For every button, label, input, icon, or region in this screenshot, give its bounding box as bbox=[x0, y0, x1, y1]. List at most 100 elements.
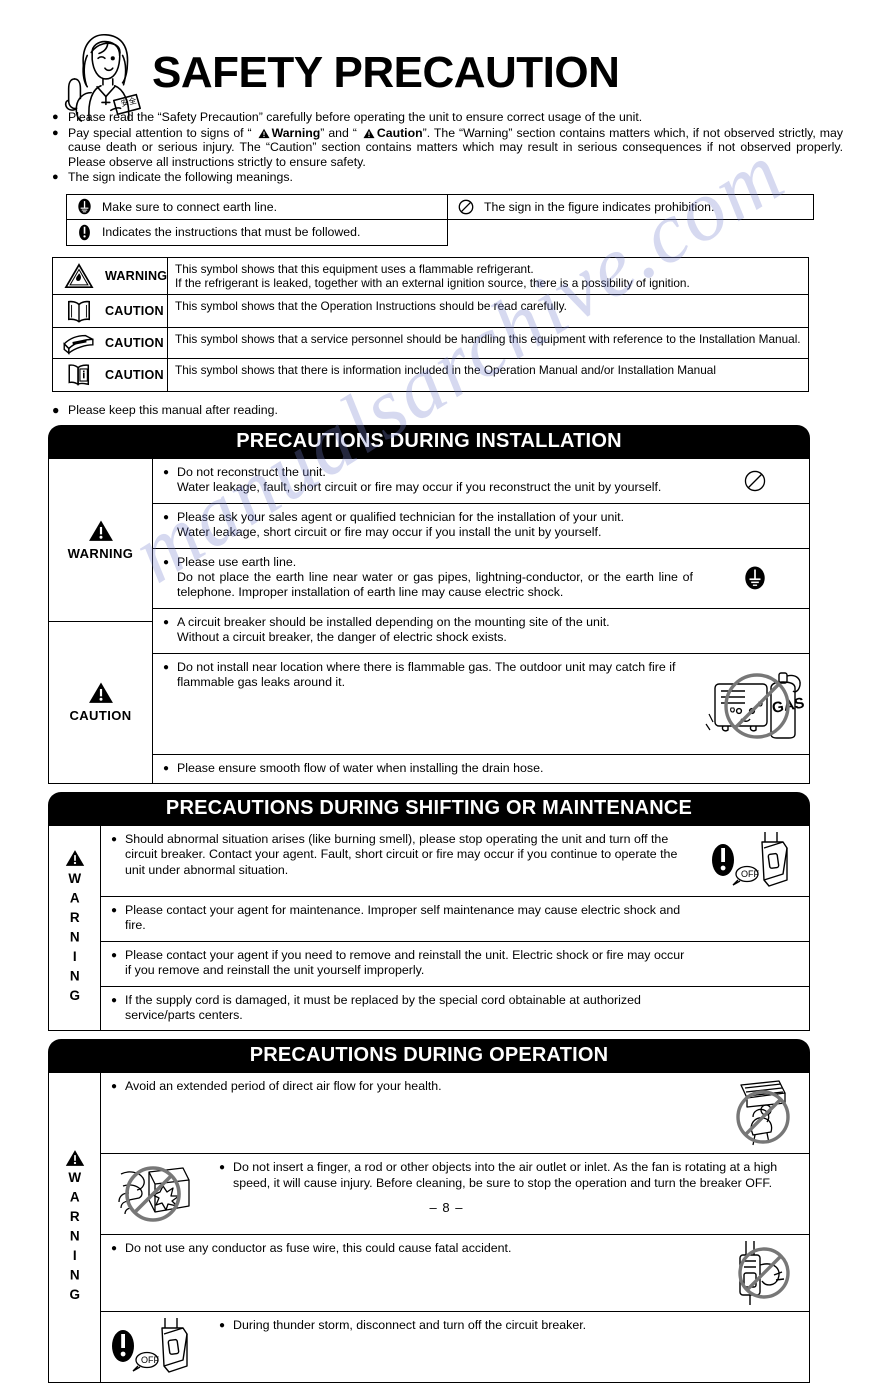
svg-text:OFF: OFF bbox=[741, 869, 759, 879]
severity-cell-warning: WARNING bbox=[49, 826, 100, 1030]
keep-manual-note: ● Please keep this manual after reading. bbox=[52, 403, 893, 417]
bullet-glyph bbox=[163, 525, 177, 540]
turn-off-breaker-icon: OFF bbox=[107, 1316, 203, 1378]
precaution-line-text: Do not insert a finger, a rod or other o… bbox=[233, 1160, 778, 1190]
bullet-glyph bbox=[163, 480, 177, 495]
section-banner: PRECAUTIONS DURING OPERATION bbox=[48, 1039, 810, 1074]
precaution-line: ● Do not reconstruct the unit. bbox=[163, 465, 693, 480]
severity-label: WARNING bbox=[67, 545, 134, 561]
section-body: WARNING ● Should abnormal situation arises… bbox=[48, 826, 810, 1032]
intro-emphasis: Warning bbox=[271, 125, 321, 140]
precaution-text: ● Do not use any conductor as fuse wire, … bbox=[101, 1235, 701, 1311]
symbol-description: This symbol shows that a service personn… bbox=[167, 327, 808, 358]
svg-text:OFF: OFF bbox=[141, 1355, 159, 1365]
precaution-text: ● Please contact your agent if you need t… bbox=[101, 942, 701, 986]
precaution-line: ● If the supply cord is damaged, it must … bbox=[111, 993, 693, 1024]
severity-cell-warning: WARNING bbox=[49, 459, 152, 621]
warning-triangle-icon bbox=[363, 128, 375, 139]
precaution-icon-slot-empty bbox=[701, 755, 809, 783]
precaution-icon-slot bbox=[701, 459, 809, 503]
section-banner: PRECAUTIONS DURING INSTALLATION bbox=[48, 424, 810, 459]
symbol-table: WARNING This symbol shows that this equi… bbox=[52, 256, 809, 392]
precaution-icon-slot-empty bbox=[701, 942, 809, 986]
bullet-glyph: ● bbox=[163, 466, 170, 478]
precaution-icon-slot bbox=[701, 549, 809, 608]
precaution-icon-slot-empty bbox=[701, 987, 809, 1031]
precaution-line-text: Water leakage, short circuit or fire may… bbox=[177, 525, 602, 540]
page-header: 安全 SAFETY PRECAUTION bbox=[0, 0, 893, 122]
exclamation-filled-oval-icon bbox=[76, 224, 93, 241]
precaution-line: ● Please use earth line. bbox=[163, 555, 693, 570]
earth-ground-filled-icon bbox=[744, 565, 766, 591]
open-book-icon bbox=[53, 295, 105, 327]
symbol-description-line: This symbol shows that this equipment us… bbox=[175, 261, 534, 276]
precaution-line: ● Should abnormal situation arises (like … bbox=[111, 832, 693, 878]
precaution-rows: ● Do not reconstruct the unit. Water leaka… bbox=[153, 459, 809, 783]
severity-column: WARNING bbox=[49, 1073, 101, 1383]
precaution-line: Water leakage, fault, short circuit or f… bbox=[163, 480, 693, 495]
precaution-icon-slot-empty bbox=[701, 897, 809, 941]
warning-triangle-icon bbox=[65, 849, 85, 867]
intro-bullet: ● Pay special attention to signs of “ War… bbox=[52, 126, 843, 170]
severity-cell-caution: CAUTION bbox=[49, 620, 152, 784]
precaution-line-text: Do not install near location where there… bbox=[177, 659, 676, 690]
precaution-line: ● Avoid an extended period of direct air … bbox=[111, 1079, 693, 1094]
prohibition-circle-icon bbox=[744, 470, 766, 492]
symbol-description-line: This symbol shows that the Operation Ins… bbox=[175, 298, 567, 313]
symbol-row-operation-instructions: CAUTION This symbol shows that the Opera… bbox=[53, 294, 808, 328]
information-book-icon bbox=[53, 359, 105, 391]
precaution-icon-slot bbox=[701, 1235, 809, 1311]
bullet-glyph bbox=[163, 570, 177, 601]
legend-label: The sign in the figure indicates prohibi… bbox=[484, 199, 715, 214]
severity-label: WARNING bbox=[67, 870, 83, 1008]
precaution-row: ● Please ask your sales agent or qualifie… bbox=[153, 502, 809, 548]
precaution-line-text: During thunder storm, disconnect and tur… bbox=[233, 1318, 587, 1333]
bullet-glyph: ● bbox=[163, 556, 170, 568]
precaution-row: ● Please contact your agent if you need t… bbox=[101, 940, 809, 986]
precaution-text: ● If the supply cord is damaged, it must … bbox=[101, 987, 701, 1031]
warning-triangle-icon bbox=[88, 681, 114, 705]
precaution-line: ● Do not insert a finger, a rod or other … bbox=[219, 1160, 801, 1191]
section-installation: PRECAUTIONS DURING INSTALLATION WARNING … bbox=[48, 424, 810, 785]
precaution-line-text: If the supply cord is damaged, it must b… bbox=[125, 992, 641, 1023]
precaution-text: ● Do not insert a finger, a rod or other … bbox=[209, 1154, 809, 1234]
precaution-icon-slot bbox=[101, 1154, 209, 1234]
legend-spacer bbox=[448, 220, 814, 246]
flammable-warning-icon bbox=[53, 258, 105, 294]
precaution-line-text: Avoid an extended period of direct air f… bbox=[125, 1079, 442, 1094]
bullet-glyph: ● bbox=[163, 762, 170, 774]
precaution-line: ● Please ensure smooth flow of water when… bbox=[163, 761, 693, 776]
precaution-line: ● Please contact your agent for maintenan… bbox=[111, 903, 693, 934]
severity-label: CAUTION bbox=[69, 708, 132, 724]
no-direct-airflow-icon bbox=[707, 1077, 803, 1149]
legend-label: Indicates the instructions that must be … bbox=[102, 225, 361, 240]
precaution-line-text: Please ensure smooth flow of water when … bbox=[177, 760, 544, 775]
no-fuse-wire-icon bbox=[712, 1239, 798, 1307]
intro-emphasis: Caution bbox=[376, 125, 423, 140]
section-body: WARNING ● Avoid an extended period of dire… bbox=[48, 1073, 810, 1383]
sign-legend-left-column: Make sure to connect earth line. Indicat… bbox=[66, 193, 448, 246]
precaution-icon-slot bbox=[701, 1073, 809, 1153]
bullet-glyph: ● bbox=[111, 994, 118, 1006]
precaution-line-text: Please contact your agent for maintenanc… bbox=[125, 903, 681, 933]
precaution-line: ● Do not use any conductor as fuse wire, … bbox=[111, 1241, 693, 1256]
bullet-glyph: ● bbox=[163, 661, 170, 673]
precaution-line: ● Do not install near location where ther… bbox=[163, 660, 693, 691]
precaution-line: Do not place the earth line near water o… bbox=[163, 570, 693, 601]
no-flammable-gas-icon: GAS bbox=[701, 658, 809, 750]
intro-bullet: ● The sign indicate the following meaning… bbox=[52, 170, 843, 185]
precaution-line-text: Water leakage, fault, short circuit or f… bbox=[177, 480, 662, 495]
sign-legend: Make sure to connect earth line. Indicat… bbox=[66, 193, 814, 246]
bullet-glyph: ● bbox=[219, 1162, 226, 1174]
severity-row-group: ● Avoid an extended period of direct air … bbox=[101, 1073, 809, 1382]
bullet-glyph: ● bbox=[111, 905, 118, 917]
svg-text:安全: 安全 bbox=[120, 95, 138, 108]
precaution-line: Water leakage, short circuit or fire may… bbox=[163, 525, 693, 540]
precaution-row: OFF ● During thunder storm, disconnect an… bbox=[101, 1311, 809, 1382]
warning-triangle-icon bbox=[258, 128, 270, 139]
precaution-text: ● During thunder storm, disconnect and tu… bbox=[209, 1312, 809, 1382]
precaution-line-text: Without a circuit breaker, the danger of… bbox=[177, 630, 507, 645]
sign-legend-right-column: The sign in the figure indicates prohibi… bbox=[448, 193, 814, 246]
severity-cell-warning: WARNING bbox=[49, 1073, 100, 1382]
bullet-glyph: ● bbox=[111, 949, 118, 961]
